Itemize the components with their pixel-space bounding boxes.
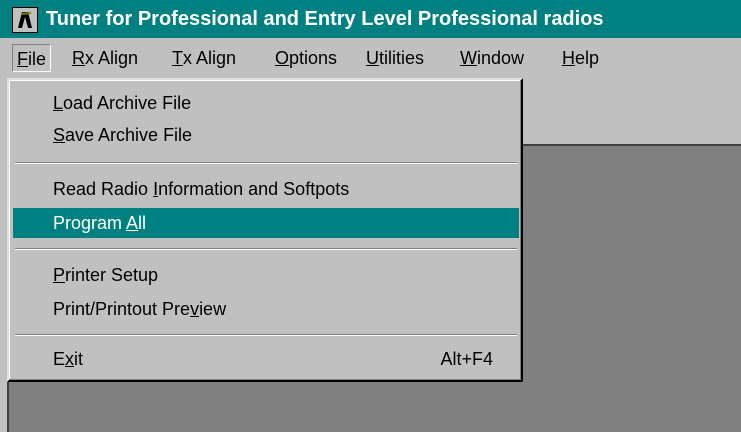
menu-utilities[interactable]: Utilities (362, 44, 428, 72)
menu-item-save-archive-file[interactable]: Save Archive File (13, 120, 519, 150)
menu-file[interactable]: File (12, 44, 52, 72)
menu-separator (15, 162, 517, 164)
menu-help[interactable]: Help (558, 44, 603, 72)
tuner-app-icon[interactable] (12, 7, 38, 33)
title-bar: Tuner for Professional and Entry Level P… (0, 0, 741, 38)
menu-item-load-archive-file[interactable]: Load Archive File (13, 88, 519, 118)
menu-rx-align[interactable]: Rx Align (68, 44, 142, 72)
menu-tx-align[interactable]: Tx Align (168, 44, 240, 72)
menu-bar: File Rx Align Tx Align Options Utilities… (0, 38, 741, 78)
menu-item-exit[interactable]: Exit Alt+F4 (13, 344, 519, 374)
file-menu-dropdown: Load Archive File Save Archive File Read… (7, 78, 523, 382)
menu-window[interactable]: Window (456, 44, 528, 72)
menu-item-print-preview[interactable]: Print/Printout Preview (13, 294, 519, 324)
exit-shortcut: Alt+F4 (440, 349, 493, 369)
menu-separator (15, 248, 517, 250)
menu-options[interactable]: Options (271, 44, 341, 72)
menu-separator (15, 334, 517, 336)
menu-item-printer-setup[interactable]: Printer Setup (13, 260, 519, 290)
menu-item-read-radio-information[interactable]: Read Radio Information and Softpots (13, 174, 519, 204)
menu-item-program-all[interactable]: Program All (13, 208, 519, 238)
window-title: Tuner for Professional and Entry Level P… (46, 8, 604, 30)
